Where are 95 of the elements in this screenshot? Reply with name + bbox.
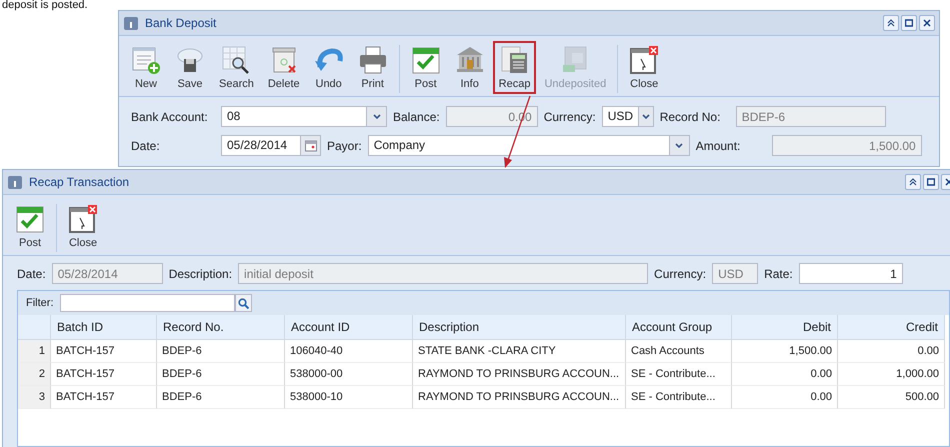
close-button[interactable]: Close xyxy=(623,41,666,94)
field-label: Date: xyxy=(131,138,161,152)
maximize-button[interactable] xyxy=(923,174,939,190)
search-button[interactable] xyxy=(234,294,252,312)
close-button[interactable]: Close xyxy=(62,200,104,253)
post-button[interactable]: Post xyxy=(9,200,51,253)
caret-icon xyxy=(372,114,380,120)
maximize-button[interactable] xyxy=(901,15,917,31)
window-title: Bank Deposit xyxy=(145,16,218,30)
post-button[interactable]: Post xyxy=(404,41,447,94)
table-cell: 106040-40 xyxy=(285,340,413,363)
column-header[interactable]: Account ID xyxy=(285,315,413,340)
table-cell: BATCH-157 xyxy=(51,340,157,363)
window-close-icon xyxy=(629,45,660,75)
new-button[interactable]: New xyxy=(125,41,167,94)
text-field[interactable]: initial deposit xyxy=(238,263,648,284)
undo-button[interactable]: Undo xyxy=(308,41,350,94)
table-cell: Cash Accounts xyxy=(626,340,732,363)
table-cell: BATCH-157 xyxy=(51,363,157,386)
dropdown-field[interactable]: Company xyxy=(368,135,690,156)
table-cell: SE - Contribute... xyxy=(626,363,732,386)
text-field[interactable]: BDEP-6 xyxy=(736,106,886,127)
maximize-icon xyxy=(905,19,913,27)
row-number: 3 xyxy=(18,386,51,409)
table-cell: BDEP-6 xyxy=(157,386,285,409)
text-field[interactable]: 1 xyxy=(798,263,903,284)
document-plus-icon xyxy=(131,45,161,75)
caret-icon xyxy=(675,142,684,148)
date-field[interactable]: 05/28/2014 xyxy=(221,135,321,156)
field-label: Record No: xyxy=(660,110,722,124)
calendar-check-icon xyxy=(15,204,45,234)
field-label: Rate: xyxy=(764,266,793,280)
table-cell: BDEP-6 xyxy=(157,340,285,363)
row-number: 2 xyxy=(18,363,51,386)
field-label: Amount: xyxy=(696,138,742,152)
table-cell: 500.00 xyxy=(838,386,945,409)
table-cell: 538000-10 xyxy=(285,386,413,409)
grid-magnifier-icon xyxy=(221,45,252,75)
field-label: Balance: xyxy=(393,110,440,124)
row-number: 1 xyxy=(18,340,51,363)
table-cell: 1,000.00 xyxy=(838,363,945,386)
window-close-icon xyxy=(68,204,98,234)
table-cell: 0.00 xyxy=(838,340,945,363)
calculator-icon xyxy=(500,45,530,75)
table-cell: 0.00 xyxy=(732,363,838,386)
dropdown-field[interactable]: 08 xyxy=(221,106,387,127)
info-button[interactable]: Info xyxy=(448,41,491,94)
collapse-button[interactable] xyxy=(883,15,899,31)
column-header[interactable]: Debit xyxy=(732,315,838,340)
printer-icon xyxy=(358,45,388,75)
text-field[interactable]: 05/28/2014 xyxy=(52,263,163,284)
calendar-check-icon xyxy=(410,45,441,75)
dropdown-field[interactable]: USD xyxy=(602,106,654,127)
column-header[interactable]: Batch ID xyxy=(51,315,157,340)
table-cell: BDEP-6 xyxy=(157,363,285,386)
caret-icon xyxy=(642,114,650,120)
table-cell: SE - Contribute... xyxy=(626,386,732,409)
calendar-icon xyxy=(304,140,316,152)
double-chevron-up-icon xyxy=(887,19,895,27)
field-label: Currency: xyxy=(654,266,706,280)
print-button[interactable]: Print xyxy=(352,41,394,94)
field-label: Payor: xyxy=(327,138,362,152)
filter-label: Filter: xyxy=(26,297,54,309)
recap-button[interactable]: Recap xyxy=(492,41,536,94)
table-cell: RAYMOND TO PRINSBURG ACCOUN... xyxy=(413,386,626,409)
window-icon xyxy=(7,174,23,190)
table-cell: RAYMOND TO PRINSBURG ACCOUN... xyxy=(413,363,626,386)
field-label: Description: xyxy=(168,266,232,280)
bank-building-icon xyxy=(454,45,485,75)
maximize-icon xyxy=(927,178,935,186)
filter-field[interactable] xyxy=(60,294,234,312)
field-label: Currency: xyxy=(544,110,596,124)
text-field[interactable]: 1,500.00 xyxy=(772,135,922,156)
table-cell: 0.00 xyxy=(732,386,838,409)
table-cell: BATCH-157 xyxy=(51,386,157,409)
table-cell: 538000-00 xyxy=(285,363,413,386)
delete-button[interactable]: Delete xyxy=(262,41,306,94)
save-button[interactable]: Save xyxy=(169,41,211,94)
double-chevron-up-icon xyxy=(909,178,917,186)
table-cell: 1,500.00 xyxy=(732,340,838,363)
field-label: Bank Account: xyxy=(131,110,209,124)
field-label: Date: xyxy=(17,266,46,280)
text-field[interactable]: USD xyxy=(712,263,758,284)
window-icon xyxy=(123,15,139,31)
column-header[interactable]: Record No. xyxy=(157,315,285,340)
column-header[interactable]: Account Group xyxy=(626,315,732,340)
caption-text: deposit is posted. xyxy=(1,0,89,10)
table-cell: STATE BANK -CLARA CITY xyxy=(413,340,626,363)
window-title: Recap Transaction xyxy=(29,175,130,189)
close-button[interactable] xyxy=(919,15,935,31)
search-button[interactable]: Search xyxy=(213,41,260,94)
collapse-button[interactable] xyxy=(905,174,921,190)
column-header[interactable]: Description xyxy=(413,315,626,340)
column-header[interactable]: Credit xyxy=(838,315,945,340)
close-icon xyxy=(923,19,931,27)
